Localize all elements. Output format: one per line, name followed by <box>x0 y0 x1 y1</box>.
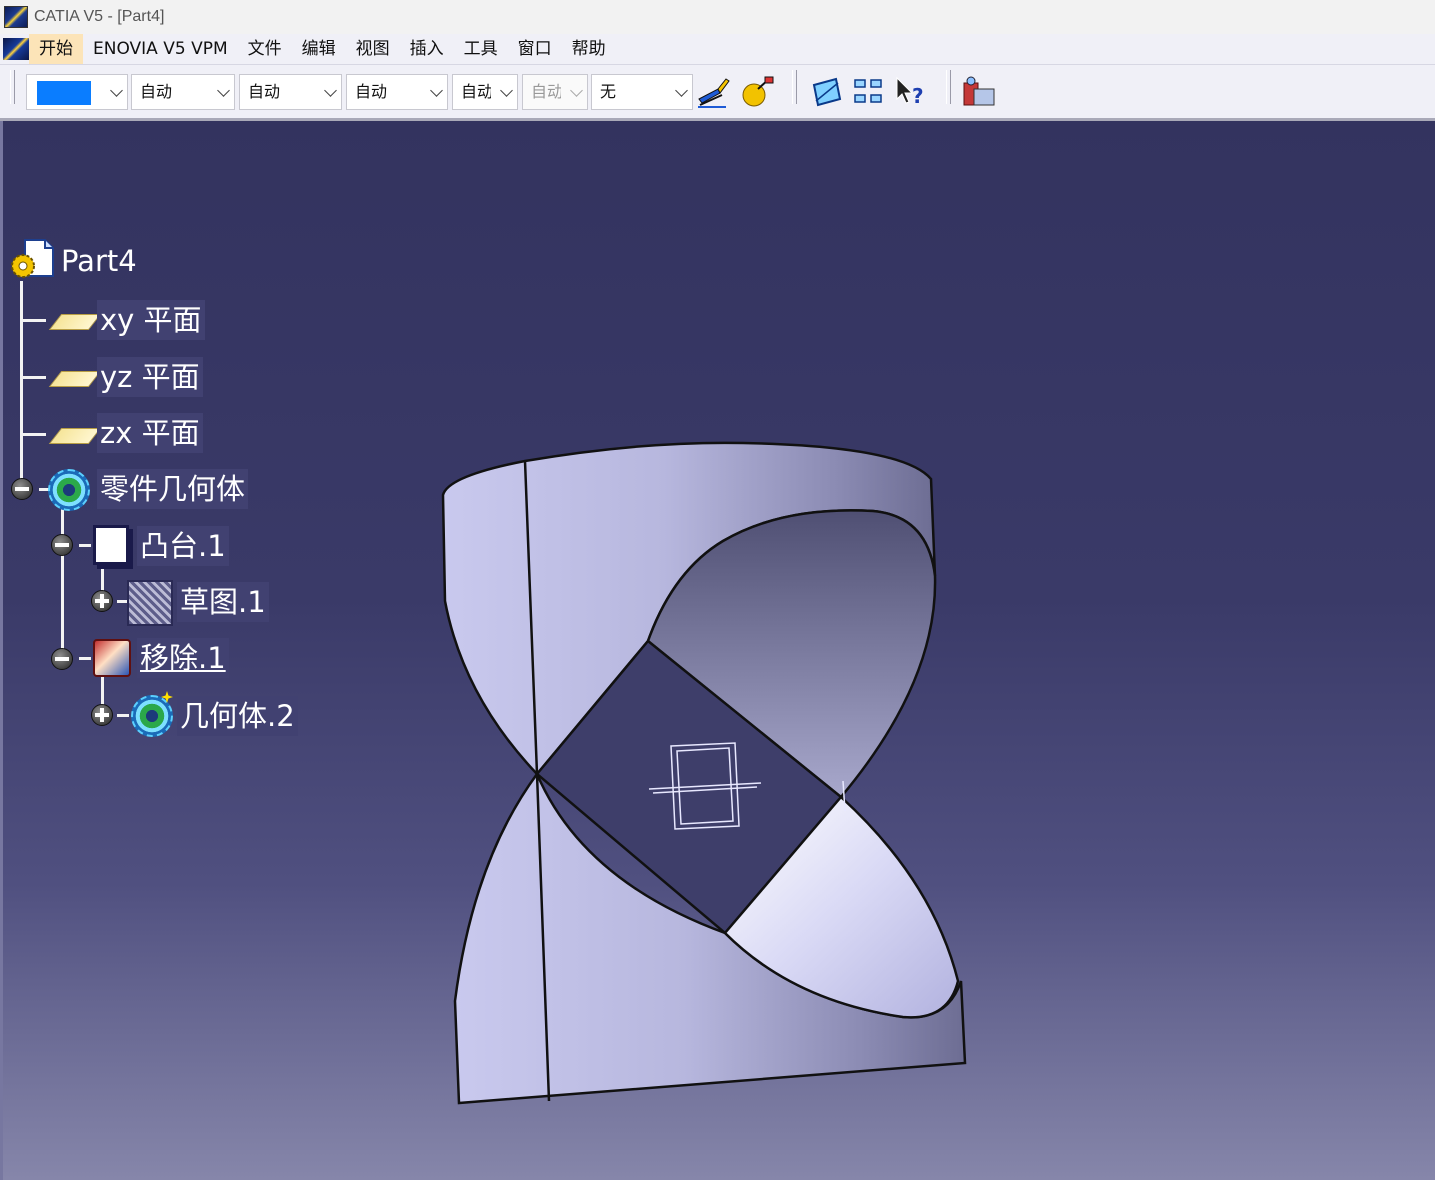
menu-window[interactable]: 窗口 <box>508 34 562 64</box>
menu-insert[interactable]: 插入 <box>400 34 454 64</box>
menu-file[interactable]: 文件 <box>238 34 292 64</box>
tree-line <box>20 281 23 491</box>
chevron-down-icon <box>324 84 337 97</box>
collapse-icon[interactable] <box>11 478 33 500</box>
geometry-plane-icon[interactable] <box>810 75 844 109</box>
layer-combo[interactable]: 无 <box>591 74 693 110</box>
graphic-properties-toolbar: 自动 自动 自动 自动 自动 无 ? <box>0 65 1435 121</box>
expand-icon[interactable] <box>91 704 113 726</box>
quick-select-icon[interactable] <box>852 75 886 109</box>
tree-root-part[interactable]: Part4 <box>58 241 140 281</box>
menu-edit[interactable]: 编辑 <box>292 34 346 64</box>
expand-icon[interactable] <box>91 590 113 612</box>
window-title: CATIA V5 - [Part4] <box>34 8 165 25</box>
transparency-combo[interactable]: 自动 <box>131 74 235 110</box>
rendering-style-value: 自动 <box>531 82 561 101</box>
tree-item-part-body[interactable]: 零件几何体 <box>97 469 249 509</box>
chevron-down-icon <box>217 84 230 97</box>
color-swatch <box>37 81 91 105</box>
sketch-icon <box>127 580 173 626</box>
tree-item-yz-plane[interactable]: yz 平面 <box>97 357 203 397</box>
toolbar-grip[interactable] <box>792 70 797 104</box>
layer-value: 无 <box>600 82 617 101</box>
line-thickness-combo[interactable]: 自动 <box>239 74 342 110</box>
line-type-combo[interactable]: 自动 <box>346 74 448 110</box>
toolbar-grip[interactable] <box>946 70 951 104</box>
collapse-icon[interactable] <box>51 534 73 556</box>
point-type-value: 自动 <box>461 82 491 101</box>
chevron-down-icon <box>430 84 443 97</box>
menu-view[interactable]: 视图 <box>346 34 400 64</box>
title-bar: CATIA V5 - [Part4] <box>0 0 1435 34</box>
point-type-combo[interactable]: 自动 <box>452 74 518 110</box>
tree-line <box>79 544 91 547</box>
tree-line <box>20 319 46 322</box>
pad-icon <box>93 525 129 565</box>
menu-help[interactable]: 帮助 <box>562 34 616 64</box>
tree-line <box>79 657 91 660</box>
menu-enovia[interactable]: ENOVIA V5 VPM <box>83 34 238 64</box>
fill-color-combo[interactable] <box>26 74 128 110</box>
catia-menu-logo-icon[interactable] <box>3 38 29 60</box>
tree-line <box>117 714 129 717</box>
tree-line <box>61 506 64 659</box>
chevron-down-icon <box>570 84 583 97</box>
tree-item-pad[interactable]: 凸台.1 <box>137 526 229 566</box>
chevron-down-icon <box>500 84 513 97</box>
tree-line <box>20 433 46 436</box>
line-thickness-value: 自动 <box>248 82 281 101</box>
tree-item-remove[interactable]: 移除.1 <box>137 638 229 678</box>
painter-brush-icon[interactable] <box>696 75 730 109</box>
tree-item-sketch[interactable]: 草图.1 <box>177 582 269 622</box>
tree-item-zx-plane[interactable]: zx 平面 <box>97 413 203 453</box>
toolbar-grip[interactable] <box>10 70 15 104</box>
menu-bar: 开始 ENOVIA V5 VPM 文件 编辑 视图 插入 工具 窗口 帮助 <box>0 34 1435 65</box>
tree-line <box>117 600 127 603</box>
collapse-icon[interactable] <box>51 648 73 670</box>
transparency-value: 自动 <box>140 82 173 101</box>
catia-logo-icon <box>4 6 28 28</box>
material-sphere-icon[interactable] <box>740 75 774 109</box>
rendering-style-combo: 自动 <box>522 74 588 110</box>
chevron-down-icon <box>675 84 688 97</box>
svg-text:?: ? <box>912 84 924 108</box>
part-document-icon[interactable] <box>7 236 55 284</box>
tree-line <box>20 376 46 379</box>
chevron-down-icon <box>110 84 123 97</box>
line-type-value: 自动 <box>355 82 388 101</box>
catalog-browser-icon[interactable] <box>962 75 996 109</box>
3d-viewport[interactable]: Part4 xy 平面 yz 平面 zx 平面 零件几何体 凸台.1 草图.1 … <box>0 121 1435 1180</box>
menu-tools[interactable]: 工具 <box>454 34 508 64</box>
tree-item-xy-plane[interactable]: xy 平面 <box>97 300 205 340</box>
tree-item-body-2[interactable]: 几何体.2 <box>177 696 298 736</box>
remove-icon <box>93 639 131 677</box>
part-body-icon <box>48 469 90 511</box>
menu-start[interactable]: 开始 <box>29 34 83 64</box>
whats-this-icon[interactable]: ? <box>893 75 927 109</box>
